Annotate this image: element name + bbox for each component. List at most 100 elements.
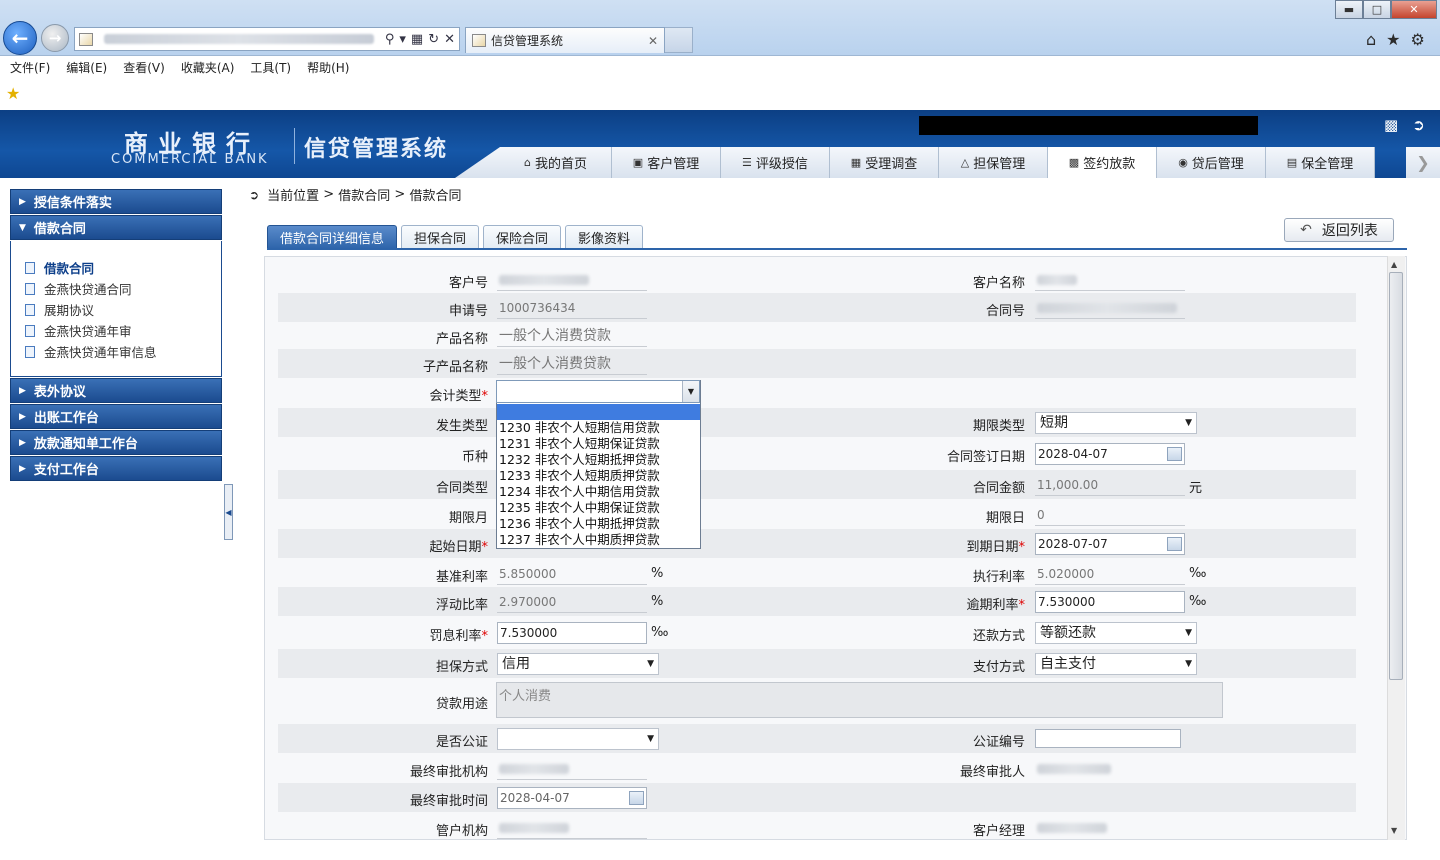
compat-view-icon[interactable]: ▦ (411, 32, 423, 47)
tab-insurance-contract[interactable]: 保险合同 (483, 225, 562, 249)
sidebar-collapse-icon[interactable]: ◀ (224, 484, 233, 540)
calendar-icon[interactable] (629, 791, 644, 805)
tab-loan-contract-detail[interactable]: 借款合同详细信息 (267, 225, 398, 249)
term-month-label: 期限月 (448, 511, 488, 526)
sidebar-group-credit-conditions[interactable]: ▶ 授信条件落实 (10, 189, 222, 214)
tab-guarantee[interactable]: △ 担保管理 (939, 147, 1048, 178)
menu-help[interactable]: 帮助(H) (307, 59, 349, 76)
chevron-down-icon[interactable]: ▼ (682, 381, 699, 402)
scroll-down-icon[interactable]: ▼ (1391, 826, 1397, 835)
dropdown-option[interactable]: 1231 非农个人短期保证贷款 (497, 436, 700, 452)
calendar-icon[interactable] (1167, 447, 1182, 461)
sub-product-value: 一般个人消费贷款 (497, 353, 647, 375)
browser-tab[interactable]: 信贷管理系统 ✕ (465, 27, 665, 53)
dropdown-option[interactable]: 1237 非农个人中期质押贷款 (497, 532, 700, 548)
stop-icon[interactable]: ✕ (444, 32, 455, 47)
payment-select[interactable]: 自主支付 ▼ (1035, 653, 1197, 675)
sidebar-item-annual-review-info[interactable]: 金燕快贷通年审信息 (25, 341, 221, 362)
minimize-icon[interactable]: ▬ (1335, 0, 1363, 19)
scrollbar-thumb[interactable] (1389, 272, 1403, 680)
term-day-label: 期限日 (985, 511, 1025, 526)
home-icon[interactable]: ⌂ (1366, 30, 1376, 49)
forward-icon[interactable]: → (41, 24, 69, 52)
sidebar-group-loan-contract[interactable]: ▼ 借款合同 (10, 215, 222, 240)
accounting-type-select[interactable]: ▼ (496, 380, 700, 403)
occurrence-type-label: 发生类型 (435, 419, 488, 434)
dropdown-option-empty[interactable] (497, 404, 700, 420)
favorites-star-icon[interactable]: ★ (1386, 30, 1400, 49)
breadcrumb-level1[interactable]: 借款合同 (338, 185, 390, 204)
float-ratio-value: 2.970000 (497, 591, 647, 613)
menu-edit[interactable]: 编辑(E) (66, 59, 107, 76)
scroll-up-icon[interactable]: ▲ (1391, 260, 1397, 269)
monitor-icon[interactable]: ▩ (1384, 116, 1398, 134)
customer-no-label: 客户号 (448, 276, 488, 291)
overdue-rate-input[interactable]: 7.530000 (1035, 591, 1185, 613)
sidebar-group-notice[interactable]: ▶ 放款通知单工作台 (10, 430, 222, 455)
close-icon[interactable]: ✕ (1391, 0, 1437, 19)
sidebar-item-extension[interactable]: 展期协议 (25, 299, 221, 320)
repay-method-select[interactable]: 等额还款 ▼ (1035, 622, 1197, 644)
dropdown-option[interactable]: 1230 非农个人短期信用贷款 (497, 420, 700, 436)
add-favorite-star-icon[interactable]: ★ (6, 84, 20, 103)
redacted-user-info (919, 116, 1258, 135)
tab-post-loan[interactable]: ◉ 贷后管理 (1157, 147, 1266, 178)
refresh-icon[interactable]: ↻ (428, 32, 439, 47)
caret-right-icon: ▶ (19, 463, 26, 474)
notarized-select[interactable]: ▼ (497, 728, 659, 750)
tab-survey[interactable]: ▦ 受理调查 (830, 147, 939, 178)
menu-file[interactable]: 文件(F) (10, 59, 50, 76)
dropdown-option[interactable]: 1236 非农个人中期抵押贷款 (497, 516, 700, 532)
dropdown-option[interactable]: 1235 非农个人中期保证贷款 (497, 500, 700, 516)
tab-rating[interactable]: ☰ 评级授信 (721, 147, 830, 178)
tab-close-icon[interactable]: ✕ (648, 34, 658, 48)
tab-underline (267, 248, 1407, 250)
gear-icon[interactable]: ⚙ (1411, 30, 1425, 49)
logout-icon[interactable]: ➲ (1412, 116, 1425, 134)
tab-guarantee-contract[interactable]: 担保合同 (401, 225, 480, 249)
purpose-textarea[interactable]: 个人消费 (496, 682, 1223, 718)
browser-right-icons: ⌂ ★ ⚙ (1366, 30, 1425, 49)
sidebar-item-jinyan-contract[interactable]: 金燕快贷通合同 (25, 278, 221, 299)
dropdown-option[interactable]: 1234 非农个人中期信用贷款 (497, 484, 700, 500)
term-type-select[interactable]: 短期 ▼ (1035, 412, 1197, 434)
menu-tools[interactable]: 工具(T) (250, 59, 291, 76)
sidebar-group-off-balance[interactable]: ▶ 表外协议 (10, 378, 222, 403)
chevron-down-icon: ▼ (647, 659, 654, 669)
form-row: 管户机构 客户经理 (278, 813, 1356, 839)
new-tab-button[interactable] (665, 27, 693, 53)
dropdown-option[interactable]: 1232 非农个人短期抵押贷款 (497, 452, 700, 468)
back-to-list-button[interactable]: ↶ 返回列表 (1284, 218, 1394, 242)
form-row: 起始日期* 到期日期* 2028-07-07 (278, 529, 1356, 558)
maximize-icon[interactable]: □ (1363, 0, 1391, 19)
final-time-input[interactable]: 2028-04-07 (497, 787, 647, 809)
tab-home[interactable]: ⌂ 我的首页 (500, 147, 612, 178)
back-icon[interactable]: ← (3, 21, 37, 55)
tab-image-materials[interactable]: 影像资料 (565, 225, 644, 249)
dropdown-option[interactable]: 1233 非农个人短期质押贷款 (497, 468, 700, 484)
dropdown-chevron-icon[interactable]: ▾ (399, 32, 406, 47)
address-bar[interactable]: ⚲ ▾ ▦ ↻ ✕ (74, 27, 460, 51)
search-icon[interactable]: ⚲ (385, 32, 395, 47)
sign-date-input[interactable]: 2028-04-07 (1035, 443, 1185, 465)
tab-preservation[interactable]: ▤ 保全管理 (1266, 147, 1375, 178)
purpose-label: 贷款用途 (435, 697, 488, 712)
tab-customer[interactable]: ▣ 客户管理 (612, 147, 721, 178)
sidebar-item-annual-review[interactable]: 金燕快贷通年审 (25, 320, 221, 341)
nav-scroll-right-icon[interactable]: ❯ (1406, 147, 1440, 178)
sidebar-group-disbursement[interactable]: ▶ 出账工作台 (10, 404, 222, 429)
menu-favorites[interactable]: 收藏夹(A) (181, 59, 235, 76)
menu-view[interactable]: 查看(V) (123, 59, 165, 76)
guarantee-select[interactable]: 信用 ▼ (497, 653, 659, 675)
calendar-icon[interactable] (1167, 537, 1182, 551)
sidebar-group-payment[interactable]: ▶ 支付工作台 (10, 456, 222, 481)
sidebar: ▶ 授信条件落实 ▼ 借款合同 借款合同 金燕快贷通合同 展期协议 金燕快贷通年审 … (10, 189, 222, 482)
tab-signing[interactable]: ▩ 签约放款 (1048, 147, 1157, 178)
penalty-rate-input[interactable]: 7.530000 (497, 622, 647, 644)
mgmt-org-value (497, 817, 647, 839)
end-date-input[interactable]: 2028-07-07 (1035, 533, 1185, 555)
sidebar-item-loan-contract[interactable]: 借款合同 (25, 257, 221, 278)
bank-logo-en: COMMERCIAL BANK (111, 152, 269, 167)
product-value: 一般个人消费贷款 (497, 325, 647, 347)
notary-no-input[interactable] (1035, 729, 1181, 748)
